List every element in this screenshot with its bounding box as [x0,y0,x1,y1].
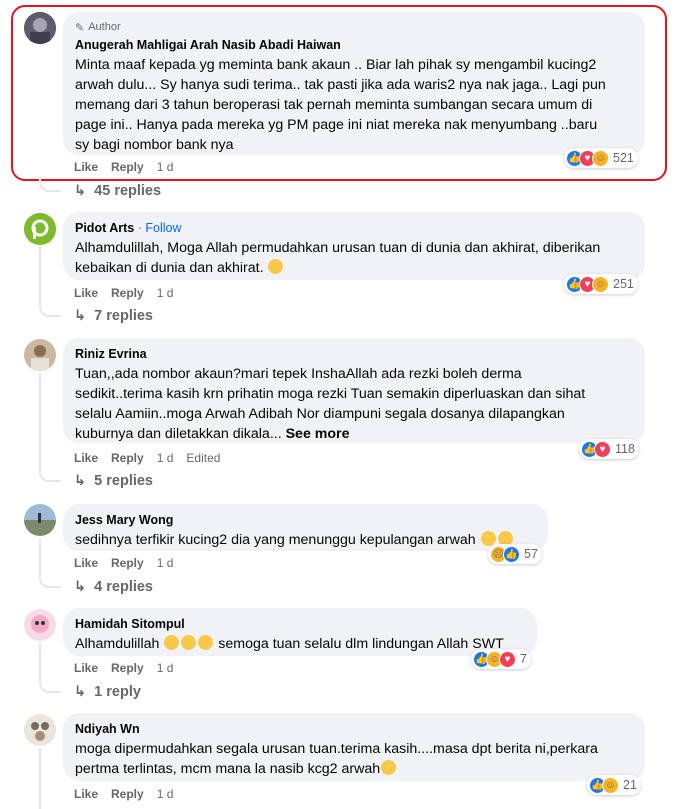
thread-connector [39,574,61,588]
praying-hands-emoji [198,635,214,650]
like-button[interactable]: Like [74,661,98,675]
reply-arrow-icon: ↳ [74,579,87,595]
avatar[interactable] [24,714,56,746]
reply-button[interactable]: Reply [111,556,144,570]
comment-actions: Like Reply 1 d [74,661,173,675]
reaction-summary[interactable]: 👍 ♥ ☺ 251 [564,274,638,294]
thread-line [39,247,41,305]
reply-button[interactable]: Reply [111,286,144,300]
comment-timestamp[interactable]: 1 d [157,787,174,801]
like-button[interactable]: Like [74,160,98,174]
thread-line [39,748,41,809]
pensive-face-emoji [381,760,397,775]
reaction-summary[interactable]: 👍 ♥ 118 [579,439,639,459]
pencil-icon: ✎ [75,21,85,34]
comment-text: sedihnya terfikir kucing2 dia yang menun… [75,530,536,550]
like-button[interactable]: Like [74,556,98,570]
comment-bubble: Ndiyah Wn moga dipermudahkan segala urus… [63,713,645,781]
reply-arrow-icon: ↳ [74,308,87,324]
love-reaction-icon: ♥ [594,440,611,458]
author-badge: ✎ Author [75,21,121,34]
comment-timestamp[interactable]: 1 d [157,556,174,570]
follow-button[interactable]: Follow [145,221,181,235]
avatar[interactable] [24,339,56,371]
comment-actions: Like Reply 1 d [74,787,173,801]
comment-bubble: Riniz Evrina Tuan,,ada nombor akaun?mari… [63,338,645,443]
care-reaction-icon: ☺ [602,776,619,794]
care-reaction-icon: ☺ [592,275,609,293]
view-replies-button[interactable]: ↳ 5 replies [74,473,153,489]
reaction-count: 118 [615,442,635,456]
comment-text: Alhamdulillah, Moga Allah permudahkan ur… [75,240,601,276]
comment-actions: Like Reply 1 d [74,286,173,300]
avatar[interactable] [24,609,56,641]
comment-timestamp[interactable]: 1 d [157,286,174,300]
praying-hands-emoji [181,635,197,650]
view-replies-button[interactable]: ↳ 1 reply [74,684,141,700]
reaction-count: 521 [613,151,634,165]
comment-text: Tuan,,ada nombor akaun?mari tepek InshaA… [75,366,586,442]
reply-button[interactable]: Reply [111,787,144,801]
reaction-count: 251 [613,277,634,291]
thread-connector [39,178,61,192]
commenter-name[interactable]: Pidot Arts [75,221,134,235]
comment-timestamp[interactable]: 1 d [157,661,174,675]
avatar[interactable] [24,213,56,245]
avatar[interactable] [24,504,56,536]
thread-connector [39,303,61,317]
like-button[interactable]: Like [74,451,98,465]
thread-connector [39,679,61,693]
reply-button[interactable]: Reply [111,661,144,675]
commenter-name[interactable]: Ndiyah Wn [75,721,633,738]
comment-text: Minta maaf kepada yg meminta bank akaun … [75,57,606,153]
like-button[interactable]: Like [74,787,98,801]
like-reaction-icon: 👍 [503,545,520,563]
reaction-summary[interactable]: 👍 ☺ ♥ 7 [471,649,531,669]
view-replies-button[interactable]: ↳ 45 replies [74,183,161,199]
commenter-name[interactable]: Riniz Evrina [75,346,633,363]
love-reaction-icon: ♥ [499,650,516,668]
commenter-name[interactable]: Anugerah Mahligai Arah Nasib Abadi Haiwa… [75,37,633,54]
thread-line [39,643,41,681]
comment-bubble: Hamidah Sitompul Alhamdulillah semoga tu… [63,608,537,656]
comment-bubble: Pidot Arts · Follow Alhamdulillah, Moga … [63,212,645,280]
thread-line [39,538,41,576]
view-replies-button[interactable]: ↳ 7 replies [74,308,153,324]
comment-bubble: ✎ Author Anugerah Mahligai Arah Nasib Ab… [63,12,645,155]
reaction-count: 57 [524,547,538,561]
praying-hands-emoji [268,259,284,274]
comment-text: moga dipermudahkan segala urusan tuan.te… [75,741,598,777]
like-button[interactable]: Like [74,286,98,300]
comment-text: Alhamdulillah semoga tuan selalu dlm lin… [75,635,504,652]
reaction-count: 21 [623,778,637,792]
comment-timestamp[interactable]: 1 d [157,160,174,174]
thread-connector [39,468,61,482]
reply-button[interactable]: Reply [111,160,144,174]
reply-arrow-icon: ↳ [74,183,87,199]
comment-timestamp[interactable]: 1 d [157,451,174,465]
comment-actions: Like Reply 1 d [74,556,173,570]
commenter-name[interactable]: Hamidah Sitompul [75,616,525,633]
reaction-summary[interactable]: 👍 ☺ 21 [587,775,641,795]
edited-label: Edited [186,451,221,465]
avatar[interactable] [24,12,56,44]
praying-hands-emoji [164,635,180,650]
reply-button[interactable]: Reply [111,451,144,465]
commenter-name[interactable]: Jess Mary Wong [75,512,536,529]
reply-arrow-icon: ↳ [74,473,87,489]
comment-actions: Like Reply 1 d Edited [74,451,220,465]
comment-bubble: Jess Mary Wong sedihnya terfikir kucing2… [63,504,548,551]
reply-arrow-icon: ↳ [74,684,87,700]
reaction-summary[interactable]: 👍 ♥ ☺ 521 [564,148,638,168]
see-more-link[interactable]: See more [286,426,350,442]
thread-line [39,373,41,470]
comment-actions: Like Reply 1 d [74,160,173,174]
reaction-count: 7 [520,652,527,666]
care-reaction-icon: ☺ [592,149,609,167]
reaction-summary[interactable]: ☹ 👍 57 [488,544,542,564]
view-replies-button[interactable]: ↳ 4 replies [74,579,153,595]
